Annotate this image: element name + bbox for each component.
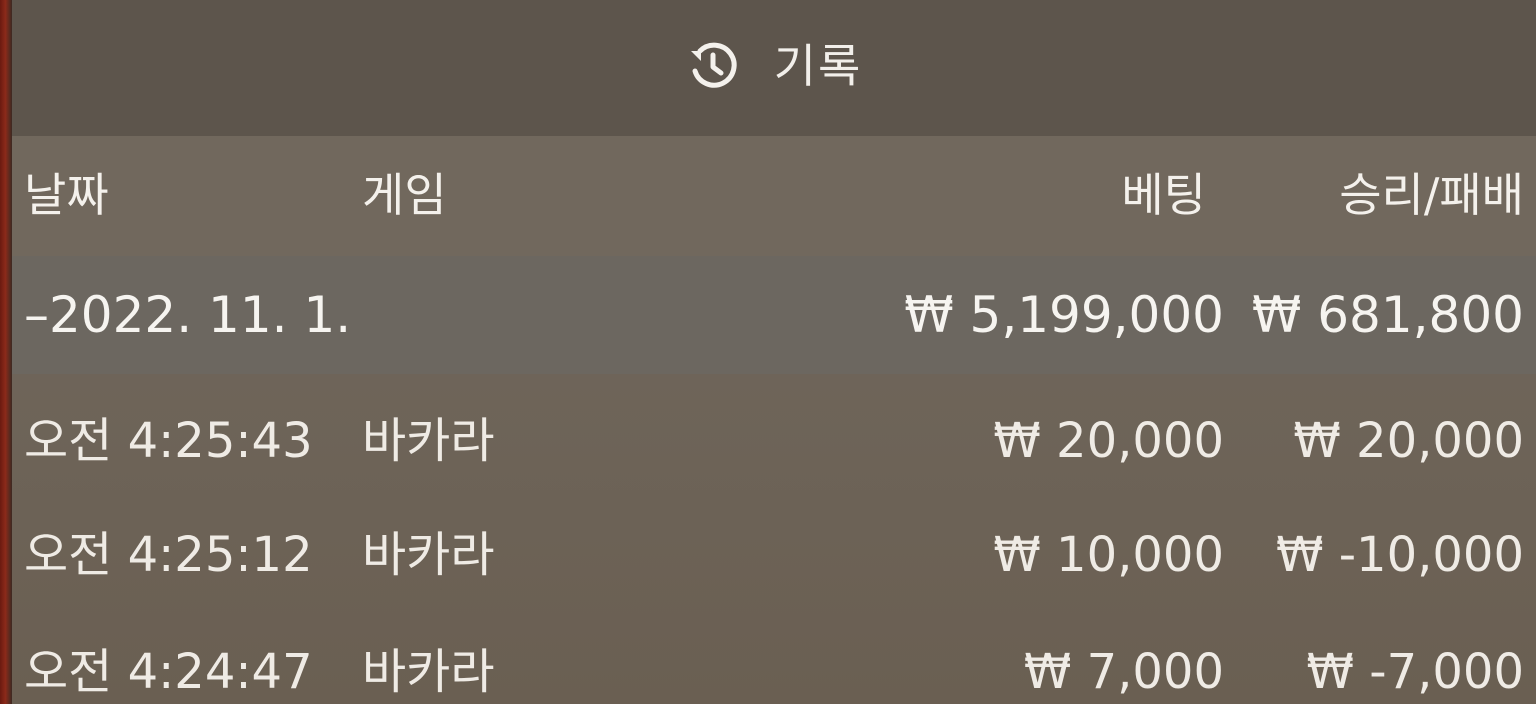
history-icon bbox=[690, 42, 737, 88]
date-group-winloss-total: ₩ 681,800 bbox=[1251, 286, 1524, 344]
row-2-bet: ₩ 10,000 bbox=[993, 527, 1224, 583]
row-3-game: 바카라 bbox=[362, 644, 495, 700]
column-header-row bbox=[12, 136, 1536, 256]
date-group-bet-total: ₩ 5,199,000 bbox=[904, 286, 1224, 344]
date-group-label[interactable]: –2022. 11. 1. bbox=[24, 290, 351, 340]
history-screen: 기록 날짜 게임 베팅 승리/패배 –2022. 11. 1. ₩ 5,199,… bbox=[0, 0, 1536, 704]
row-2-winloss: ₩ -10,000 bbox=[1276, 527, 1524, 583]
background-edge bbox=[0, 0, 12, 704]
column-header-winloss: 승리/패배 bbox=[1339, 168, 1524, 222]
column-header-bet: 베팅 bbox=[1121, 168, 1206, 222]
history-header: 기록 bbox=[12, 0, 1536, 136]
row-3-time: 오전 4:24:47 bbox=[24, 644, 313, 700]
header-title-group: 기록 bbox=[12, 30, 1536, 102]
row-1-bet: ₩ 20,000 bbox=[993, 413, 1224, 469]
row-3-bet: ₩ 7,000 bbox=[1023, 644, 1224, 700]
history-panel: 기록 날짜 게임 베팅 승리/패배 –2022. 11. 1. ₩ 5,199,… bbox=[12, 0, 1536, 704]
column-header-game: 게임 bbox=[362, 168, 447, 222]
row-2-game: 바카라 bbox=[362, 527, 495, 583]
row-3-winloss: ₩ -7,000 bbox=[1306, 644, 1524, 700]
row-2-time: 오전 4:25:12 bbox=[24, 527, 313, 583]
row-1-winloss: ₩ 20,000 bbox=[1293, 413, 1524, 469]
row-1-game: 바카라 bbox=[362, 413, 495, 469]
page-title: 기록 bbox=[773, 39, 863, 93]
column-header-date: 날짜 bbox=[24, 168, 109, 222]
row-1-time: 오전 4:25:43 bbox=[24, 413, 313, 469]
